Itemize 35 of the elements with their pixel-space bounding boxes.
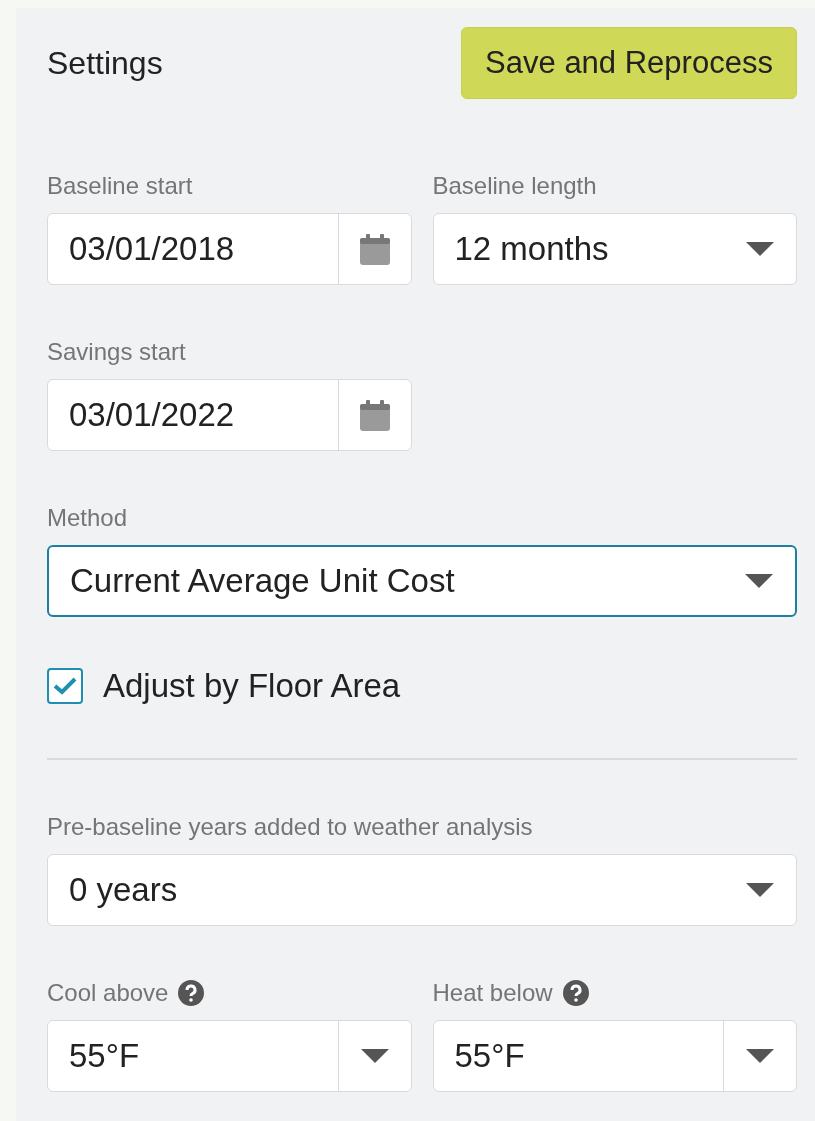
field-label: Method (47, 504, 128, 532)
dropdown[interactable]: 55°F (47, 1020, 412, 1092)
field-label: Pre-baseline years added to weather analysis (47, 813, 533, 841)
help-icon[interactable] (178, 980, 205, 1006)
caret-icon (746, 883, 774, 897)
save-button[interactable]: Save and Reprocess (461, 27, 797, 99)
field-value: 55°F (453, 1037, 526, 1075)
checkbox-label[interactable]: Adjust by Floor Area (103, 667, 401, 705)
field-label: Baseline length (432, 172, 597, 200)
panel-title: Settings (47, 44, 163, 82)
field-value: 55°F (68, 1037, 141, 1075)
checkbox[interactable] (47, 668, 83, 704)
caret-icon (746, 242, 774, 256)
field-label: Baseline start (47, 172, 193, 200)
dropdown[interactable]: 12 months (432, 213, 797, 285)
help-icon[interactable] (562, 980, 589, 1006)
field-label: Heat below (432, 979, 553, 1007)
field-value: 03/01/2018 (68, 230, 236, 268)
check-icon (53, 677, 77, 695)
caret-icon (746, 1049, 774, 1063)
field-value: 0 years (68, 871, 179, 909)
field-label: Cool above (47, 979, 169, 1007)
caret-icon (360, 1049, 389, 1063)
dropdown[interactable]: 55°F (432, 1020, 797, 1092)
calendar-icon (358, 233, 391, 265)
field-value: 03/01/2022 (68, 396, 236, 434)
date-field[interactable]: 03/01/2018 (47, 213, 412, 285)
dropdown[interactable]: Current Average Unit Cost (47, 545, 797, 617)
field-label: Savings start (47, 338, 186, 366)
field-value: Current Average Unit Cost (69, 562, 456, 600)
calendar-icon (358, 399, 391, 431)
dropdown[interactable]: 0 years (47, 854, 797, 926)
field-value: 12 months (453, 230, 610, 268)
date-field[interactable]: 03/01/2022 (47, 379, 412, 451)
caret-icon (745, 574, 773, 588)
